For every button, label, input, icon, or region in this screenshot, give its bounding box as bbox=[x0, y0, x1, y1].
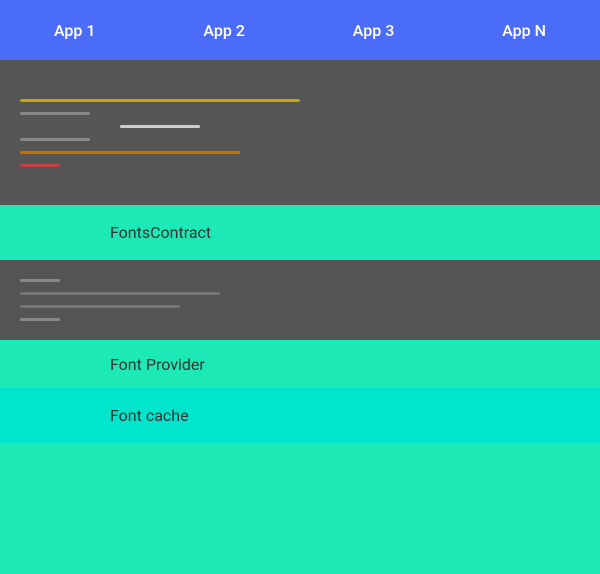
app-tab-2[interactable]: App 2 bbox=[183, 13, 265, 48]
fonts-contract-section: FontsContract bbox=[0, 205, 600, 260]
app-tab-1[interactable]: App 1 bbox=[34, 13, 116, 48]
line-row-6 bbox=[20, 164, 580, 167]
dark2-line-row-4 bbox=[20, 318, 580, 321]
font-provider-section: Font Provider bbox=[0, 340, 600, 388]
main-container: App 1 App 2 App 3 App N FontsContract bbox=[0, 0, 600, 574]
line-row-5 bbox=[20, 151, 580, 154]
line-row-2 bbox=[20, 112, 580, 115]
line-gray-1 bbox=[20, 112, 90, 115]
fonts-contract-label: FontsContract bbox=[110, 223, 211, 242]
dark2-line-2 bbox=[20, 292, 220, 295]
line-red bbox=[20, 164, 60, 167]
line-orange bbox=[20, 151, 240, 154]
dark2-line-3 bbox=[20, 305, 180, 308]
bottom-teal-section bbox=[0, 443, 600, 574]
app-tab-3[interactable]: App 3 bbox=[333, 13, 415, 48]
line-row-3 bbox=[20, 125, 580, 128]
dark2-line-row-1 bbox=[20, 279, 580, 282]
dark2-line-1 bbox=[20, 279, 60, 282]
app-tab-n[interactable]: App N bbox=[482, 13, 566, 48]
dark2-line-4 bbox=[20, 318, 60, 321]
line-row-1 bbox=[20, 99, 580, 102]
font-provider-label: Font Provider bbox=[110, 355, 205, 374]
dark-section-2 bbox=[0, 260, 600, 340]
line-white bbox=[120, 125, 200, 128]
dark-section-1 bbox=[0, 60, 600, 205]
app-tabs-bar: App 1 App 2 App 3 App N bbox=[0, 0, 600, 60]
dark2-line-row-2 bbox=[20, 292, 580, 295]
line-gray-2 bbox=[20, 138, 90, 141]
dark2-line-row-3 bbox=[20, 305, 580, 308]
font-cache-section: Font cache bbox=[0, 388, 600, 443]
line-yellow bbox=[20, 99, 300, 102]
line-row-4 bbox=[20, 138, 580, 141]
font-cache-label: Font cache bbox=[110, 406, 189, 425]
